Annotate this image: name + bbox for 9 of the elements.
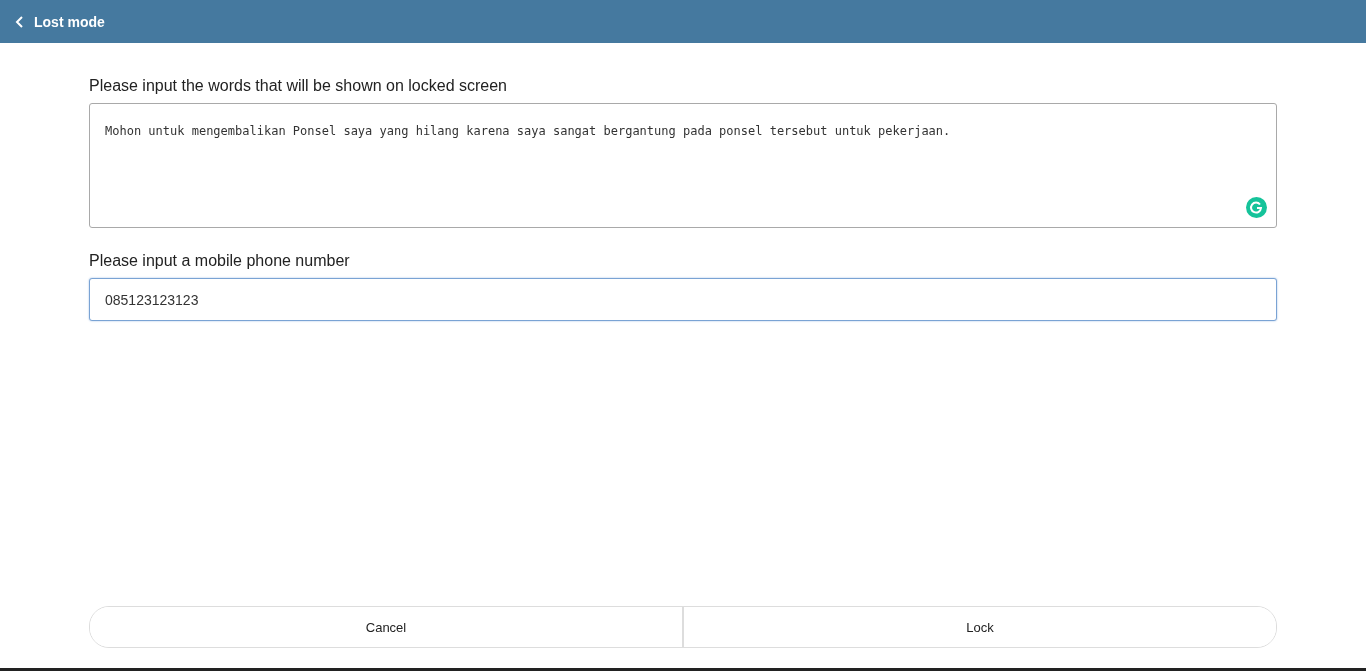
message-textarea[interactable]: Mohon untuk mengembalikan Ponsel saya yang hilang karena saya sangat bergantung pada ponsel tersebut untuk pekerjaan.: [89, 103, 1277, 228]
back-button[interactable]: [15, 15, 25, 28]
phone-input[interactable]: 085123123123: [89, 278, 1277, 321]
lock-button[interactable]: Lock: [682, 607, 1276, 647]
field-label: Please input a mobile phone number: [89, 252, 351, 270]
grammar-check-icon[interactable]: [1246, 197, 1267, 218]
page-title: Lost mode: [34, 13, 105, 30]
field-label: Please input the words that will be shown on locked screen: [89, 77, 508, 95]
chevron-left-icon: [15, 15, 25, 28]
